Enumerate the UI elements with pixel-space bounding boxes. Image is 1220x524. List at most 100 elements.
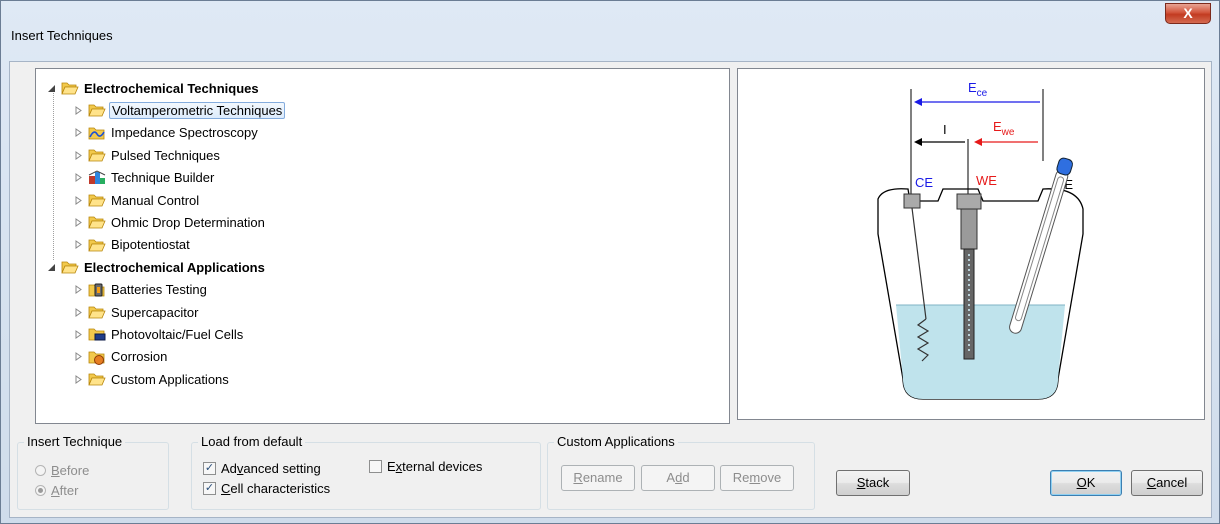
tree-node-label: Voltamperometric Techniques bbox=[109, 101, 286, 119]
we-cap bbox=[956, 193, 982, 210]
collapsed-triangle-icon[interactable] bbox=[73, 172, 84, 183]
cell-diagram-panel: Ece I Ewe CE WE RE bbox=[737, 68, 1205, 420]
ece-label: Ece bbox=[968, 80, 988, 99]
add-button[interactable]: Add bbox=[641, 465, 715, 491]
collapsed-triangle-icon[interactable] bbox=[73, 374, 84, 385]
remove-button[interactable]: Remove bbox=[720, 465, 794, 491]
load-from-default-group: Load from default ✓ Advanced setting ✓ C… bbox=[191, 434, 541, 510]
electrochemical-cell-diagram: Ece I Ewe CE WE RE bbox=[877, 80, 1084, 400]
tree-node-label: Manual Control bbox=[111, 192, 200, 208]
tree-node[interactable]: Custom Applications bbox=[73, 369, 231, 389]
dialog-body: Electrochemical Techniques Voltamperometr… bbox=[9, 61, 1212, 518]
folder-open-icon bbox=[88, 214, 106, 230]
corrosion-icon bbox=[88, 349, 106, 365]
folder-open-icon bbox=[61, 80, 79, 96]
collapsed-triangle-icon[interactable] bbox=[73, 195, 84, 206]
we-label: WE bbox=[976, 173, 997, 188]
insert-technique-legend: Insert Technique bbox=[24, 434, 126, 450]
ewe-arrowhead bbox=[974, 138, 982, 146]
photovoltaic-icon bbox=[88, 326, 106, 342]
rename-button[interactable]: Rename bbox=[561, 465, 635, 491]
folder-open-icon bbox=[88, 237, 106, 253]
electrolyte bbox=[896, 305, 1065, 399]
collapsed-triangle-icon[interactable] bbox=[73, 105, 84, 116]
custom-applications-group: Custom Applications Rename Add Remove bbox=[547, 434, 815, 510]
battery-icon bbox=[88, 282, 106, 298]
tree-node-label: Custom Applications bbox=[111, 371, 229, 387]
external-devices-checkbox[interactable]: External devices bbox=[369, 459, 482, 474]
impedance-icon bbox=[88, 125, 106, 141]
tree-node-label: Technique Builder bbox=[111, 170, 215, 186]
expanded-triangle-icon[interactable] bbox=[46, 262, 57, 273]
title-bar: Insert Techniques X bbox=[1, 1, 1219, 61]
collapsed-triangle-icon[interactable] bbox=[73, 307, 84, 318]
tree-node-label: Electrochemical Applications bbox=[84, 259, 265, 275]
collapsed-triangle-icon[interactable] bbox=[73, 217, 84, 228]
tree-node[interactable]: Corrosion bbox=[73, 347, 169, 367]
collapsed-triangle-icon[interactable] bbox=[73, 239, 84, 250]
after-label: After bbox=[51, 483, 79, 498]
techniques-tree[interactable]: Electrochemical Techniques Voltamperometr… bbox=[35, 68, 730, 424]
external-devices-label: External devices bbox=[387, 459, 483, 474]
tree-node[interactable]: Batteries Testing bbox=[73, 280, 209, 300]
tree-node[interactable]: Electrochemical Applications bbox=[46, 257, 267, 277]
advanced-setting-checkbox[interactable]: ✓ Advanced setting bbox=[203, 461, 321, 476]
collapsed-triangle-icon[interactable] bbox=[73, 150, 84, 161]
dialog-title: Insert Techniques bbox=[11, 28, 113, 43]
current-arrowhead bbox=[914, 138, 922, 146]
cell-characteristics-checkbox[interactable]: ✓ Cell characteristics bbox=[203, 481, 330, 496]
tree-node[interactable]: Impedance Spectroscopy bbox=[73, 123, 260, 143]
custom-applications-legend: Custom Applications bbox=[554, 434, 678, 450]
we-body bbox=[960, 208, 978, 250]
folder-open-icon bbox=[61, 259, 79, 275]
collapsed-triangle-icon[interactable] bbox=[73, 329, 84, 340]
advanced-check-box: ✓ bbox=[203, 462, 216, 475]
external-check-box bbox=[369, 460, 382, 473]
insert-techniques-dialog: Insert Techniques X Electrochemical Tech… bbox=[0, 0, 1220, 524]
tree-node[interactable]: Supercapacitor bbox=[73, 302, 200, 322]
tree-node[interactable]: Technique Builder bbox=[73, 168, 216, 188]
tree-node[interactable]: Pulsed Techniques bbox=[73, 145, 222, 165]
tree-node[interactable]: Voltamperometric Techniques bbox=[73, 100, 286, 120]
folder-open-icon bbox=[88, 371, 106, 387]
advanced-setting-label: Advanced setting bbox=[221, 461, 321, 476]
after-radio[interactable]: After bbox=[35, 483, 78, 498]
folder-open-icon bbox=[88, 147, 106, 163]
tree-node-label: Bipotentiostat bbox=[111, 237, 190, 253]
ece-arrowhead bbox=[914, 98, 922, 106]
tree-node[interactable]: Bipotentiostat bbox=[73, 235, 192, 255]
tree-node-label: Photovoltaic/Fuel Cells bbox=[111, 326, 244, 342]
tree-node-label: Pulsed Techniques bbox=[111, 147, 220, 163]
tree-node-label: Corrosion bbox=[111, 349, 168, 365]
tree-node-label: Supercapacitor bbox=[111, 304, 199, 320]
stack-button[interactable]: Stack bbox=[836, 470, 910, 496]
after-radio-dot bbox=[35, 485, 46, 496]
ce-label: CE bbox=[915, 175, 933, 190]
builder-icon bbox=[88, 170, 106, 186]
tree-node[interactable]: Ohmic Drop Determination bbox=[73, 212, 267, 232]
close-icon: X bbox=[1183, 5, 1193, 21]
ok-button[interactable]: OK bbox=[1050, 470, 1122, 496]
current-label: I bbox=[943, 122, 947, 137]
tree-node[interactable]: Photovoltaic/Fuel Cells bbox=[73, 324, 245, 344]
collapsed-triangle-icon[interactable] bbox=[73, 127, 84, 138]
ewe-label: Ewe bbox=[993, 119, 1015, 138]
before-radio[interactable]: Before bbox=[35, 463, 89, 478]
cell-check-box: ✓ bbox=[203, 482, 216, 495]
tree-node-label: Electrochemical Techniques bbox=[84, 80, 259, 96]
folder-open-icon bbox=[88, 192, 106, 208]
before-radio-dot bbox=[35, 465, 46, 476]
cancel-button[interactable]: Cancel bbox=[1131, 470, 1203, 496]
tree-node-label: Batteries Testing bbox=[111, 282, 207, 298]
tree-node[interactable]: Manual Control bbox=[73, 190, 201, 210]
folder-open-icon bbox=[88, 304, 106, 320]
cell-characteristics-label: Cell characteristics bbox=[221, 481, 331, 496]
insert-technique-group: Insert Technique Before After bbox=[17, 434, 169, 510]
load-default-legend: Load from default bbox=[198, 434, 306, 450]
collapsed-triangle-icon[interactable] bbox=[73, 351, 84, 362]
expanded-triangle-icon[interactable] bbox=[46, 83, 57, 94]
tree-node-label: Impedance Spectroscopy bbox=[111, 125, 258, 141]
close-button[interactable]: X bbox=[1165, 3, 1211, 24]
collapsed-triangle-icon[interactable] bbox=[73, 284, 84, 295]
tree-node[interactable]: Electrochemical Techniques bbox=[46, 78, 261, 98]
